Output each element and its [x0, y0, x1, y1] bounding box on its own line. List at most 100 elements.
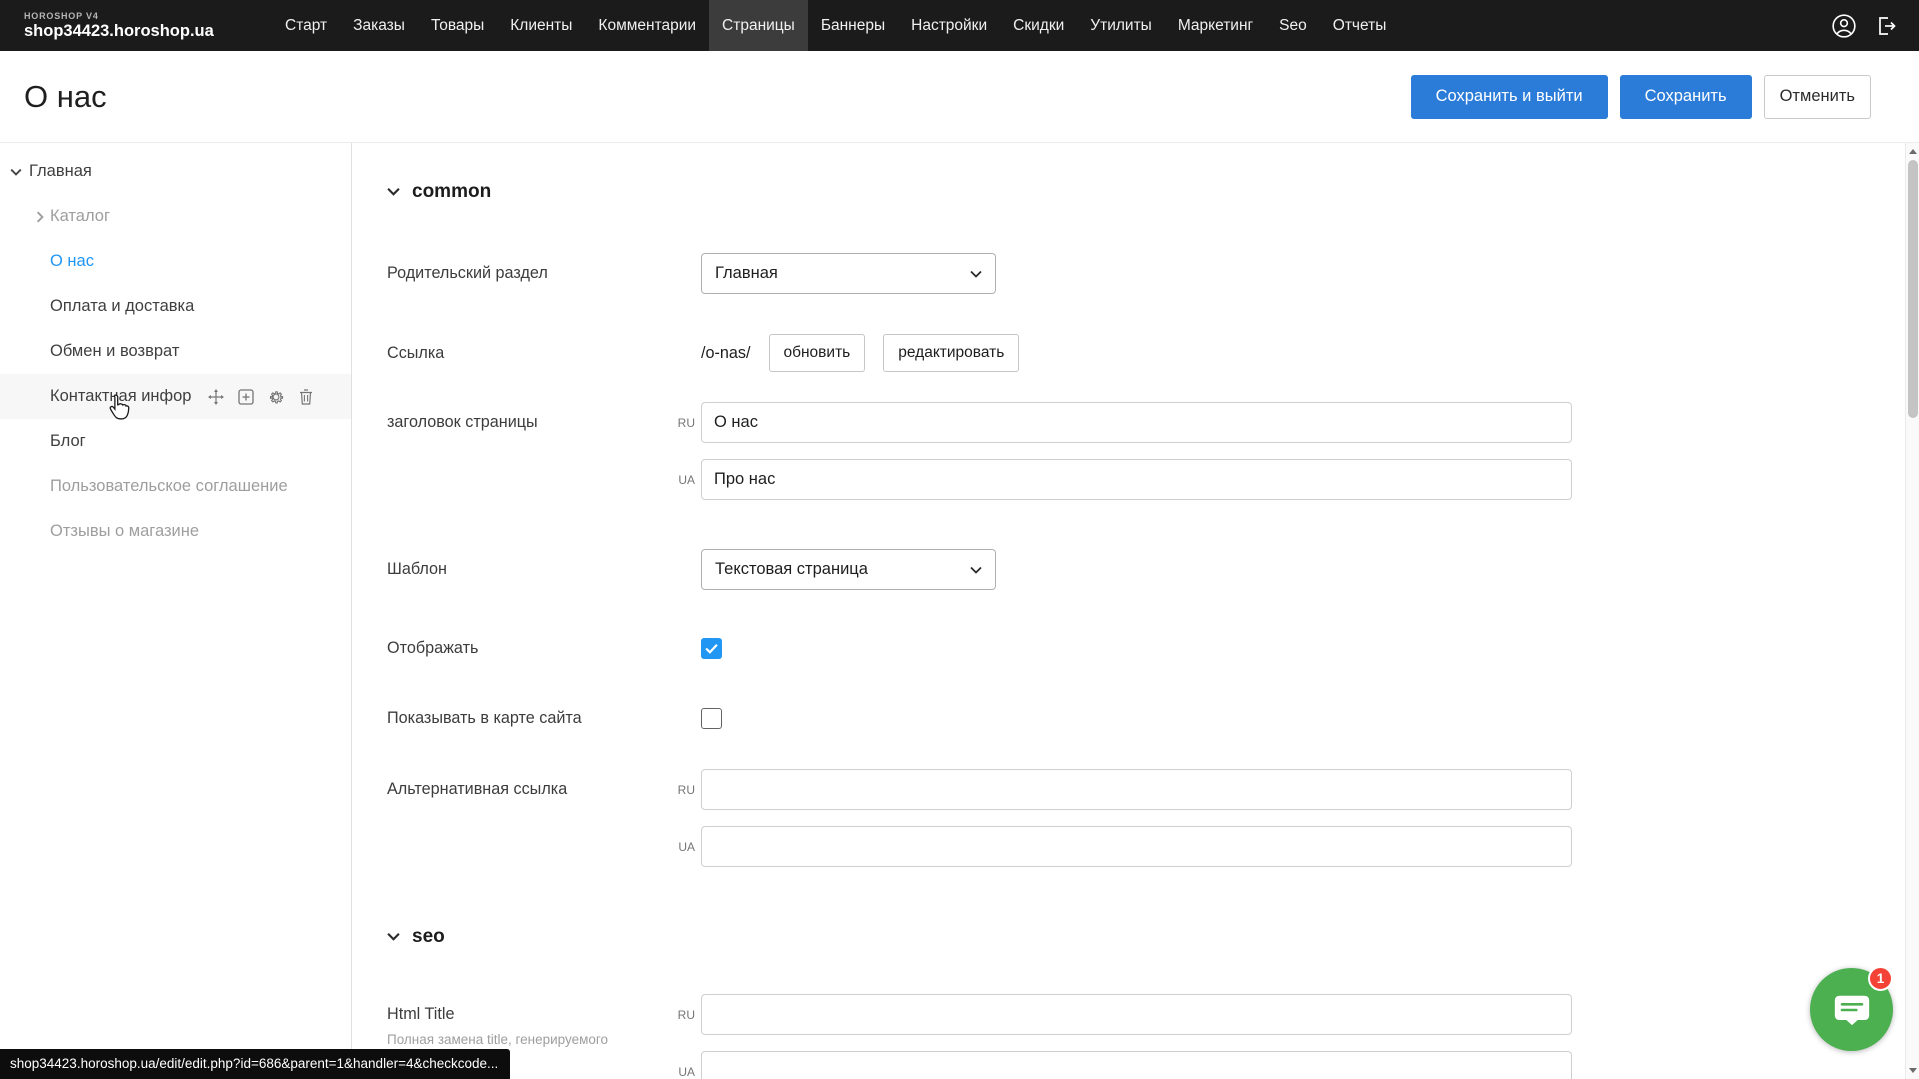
- link-cell: /o-nas/ обновить редактировать: [701, 334, 1019, 372]
- sidebar-item-label: О нас: [50, 252, 94, 271]
- refresh-link-button[interactable]: обновить: [769, 334, 866, 372]
- sidebar-item-oplata[interactable]: Оплата и доставка: [0, 284, 351, 329]
- sidebar-item-label: Обмен и возврат: [50, 342, 179, 361]
- section-title: common: [412, 181, 491, 203]
- chat-unread-badge: 1: [1868, 966, 1893, 991]
- display-checkbox[interactable]: [701, 638, 722, 659]
- chevron-down-icon: [970, 566, 982, 574]
- template-select[interactable]: Текстовая страница: [701, 549, 996, 590]
- field-label: Шаблон: [387, 560, 701, 579]
- logo-domain-label: shop34423.horoshop.ua: [24, 22, 272, 41]
- chat-launcher-button[interactable]: 1: [1810, 968, 1893, 1051]
- page-title: О нас: [24, 79, 107, 115]
- field-label: Альтернативная ссылка: [387, 769, 701, 810]
- save-and-exit-button[interactable]: Сохранить и выйти: [1411, 75, 1608, 119]
- nav-item-clients[interactable]: Клиенты: [497, 0, 585, 51]
- page-title-ru-input[interactable]: [701, 402, 1572, 443]
- sidebar-item-label: Каталог: [50, 207, 110, 226]
- form-content: common Родительский раздел Главная Ссылк…: [352, 143, 1905, 1079]
- nav-item-reports[interactable]: Отчеты: [1320, 0, 1400, 51]
- form-row-link: Ссылка /o-nas/ обновить редактировать: [387, 334, 1905, 372]
- field-label: Html Title Полная замена title, генериру…: [387, 994, 701, 1048]
- scroll-down-arrow[interactable]: [1906, 1063, 1919, 1078]
- form-row-display: Отображать: [387, 628, 1905, 669]
- nav-item-products[interactable]: Товары: [418, 0, 497, 51]
- sidebar-item-soglashenie[interactable]: Пользовательское соглашение: [0, 464, 351, 509]
- sidebar-item-label: Оплата и доставка: [50, 297, 194, 316]
- sidebar-item-katalog[interactable]: Каталог: [0, 194, 351, 239]
- nav-item-pages[interactable]: Страницы: [709, 0, 808, 51]
- chat-bubble-icon: [1832, 990, 1872, 1030]
- nav-item-banners[interactable]: Баннеры: [808, 0, 898, 51]
- link-path-value: /o-nas/: [701, 344, 751, 363]
- field-label: заголовок страницы: [387, 402, 701, 443]
- vertical-scrollbar[interactable]: [1905, 143, 1919, 1079]
- save-button[interactable]: Сохранить: [1620, 75, 1752, 119]
- sidebar-item-label: Пользовательское соглашение: [50, 477, 288, 496]
- form-row-parent-section: Родительский раздел Главная: [387, 253, 1905, 294]
- sidebar-item-o-nas[interactable]: О нас: [0, 239, 351, 284]
- field-label: Ссылка: [387, 344, 701, 363]
- logo[interactable]: HOROSHOP V4 shop34423.horoshop.ua: [0, 11, 272, 41]
- nav-item-seo[interactable]: Seo: [1266, 0, 1320, 51]
- gear-icon[interactable]: [267, 388, 284, 405]
- lang-ua-label: UA: [667, 473, 695, 487]
- form-row-template: Шаблон Текстовая страница: [387, 549, 1905, 590]
- form-row-sitemap: Показывать в карте сайта: [387, 698, 1905, 739]
- field-label: Родительский раздел: [387, 264, 701, 283]
- lang-ru-label: RU: [667, 416, 695, 430]
- lang-ru-label: RU: [667, 783, 695, 797]
- sitemap-checkbox[interactable]: [701, 708, 722, 729]
- lang-ru-label: RU: [667, 1008, 695, 1022]
- body-area: Главная Каталог О нас Оплата и доставка …: [0, 143, 1919, 1079]
- add-page-icon[interactable]: [237, 388, 254, 405]
- lang-ua-label: UA: [667, 1065, 695, 1079]
- chevron-right-icon[interactable]: [36, 211, 44, 223]
- sidebar-item-glavnaya[interactable]: Главная: [0, 149, 351, 194]
- chevron-down-icon[interactable]: [10, 168, 22, 176]
- nav-item-start[interactable]: Старт: [272, 0, 340, 51]
- cancel-button[interactable]: Отменить: [1764, 75, 1871, 119]
- section-seo-header[interactable]: seo: [387, 924, 1905, 950]
- nav-item-orders[interactable]: Заказы: [340, 0, 418, 51]
- page-title-ua-input[interactable]: [701, 459, 1572, 500]
- section-common-header[interactable]: common: [387, 179, 1905, 205]
- nav-item-utilities[interactable]: Утилиты: [1077, 0, 1165, 51]
- form-row-html-title: Html Title Полная замена title, генериру…: [387, 994, 1905, 1079]
- nav-item-discounts[interactable]: Скидки: [1000, 0, 1077, 51]
- logout-icon[interactable]: [1873, 13, 1899, 39]
- scroll-up-arrow[interactable]: [1906, 144, 1919, 159]
- page-header: О нас Сохранить и выйти Сохранить Отмени…: [0, 51, 1919, 143]
- trash-icon[interactable]: [297, 388, 314, 405]
- sidebar-item-kontaktnaya[interactable]: Контактная инфор: [0, 374, 351, 419]
- sidebar-item-label: Главная: [29, 162, 92, 181]
- field-label: Показывать в карте сайта: [387, 709, 701, 728]
- user-account-icon[interactable]: [1831, 13, 1857, 39]
- sidebar-item-label: Блог: [50, 432, 86, 451]
- nav-item-marketing[interactable]: Маркетинг: [1165, 0, 1266, 51]
- lang-ua-label: UA: [667, 840, 695, 854]
- nav-item-comments[interactable]: Комментарии: [585, 0, 709, 51]
- chevron-down-icon: [387, 928, 400, 946]
- parent-section-select[interactable]: Главная: [701, 253, 996, 294]
- edit-link-button[interactable]: редактировать: [883, 334, 1019, 372]
- sidebar-item-label: Отзывы о магазине: [50, 522, 199, 541]
- nav-item-settings[interactable]: Настройки: [898, 0, 1000, 51]
- sidebar-item-blog[interactable]: Блог: [0, 419, 351, 464]
- alt-link-ua-input[interactable]: [701, 826, 1572, 867]
- sidebar-item-otzyvy[interactable]: Отзывы о магазине: [0, 509, 351, 554]
- move-icon[interactable]: [207, 388, 224, 405]
- html-title-ru-input[interactable]: [701, 994, 1572, 1035]
- chevron-down-icon: [387, 183, 400, 201]
- header-buttons: Сохранить и выйти Сохранить Отменить: [1411, 75, 1871, 119]
- sidebar-item-obmen[interactable]: Обмен и возврат: [0, 329, 351, 374]
- form-row-alt-link: Альтернативная ссылка RU UA: [387, 769, 1905, 867]
- tree-item-actions: [207, 388, 314, 405]
- scrollbar-thumb[interactable]: [1908, 160, 1918, 418]
- logo-version-label: HOROSHOP V4: [24, 11, 272, 21]
- status-url-tooltip: shop34423.horoshop.ua/edit/edit.php?id=6…: [0, 1049, 510, 1079]
- html-title-ua-input[interactable]: [701, 1051, 1572, 1079]
- top-navigation: Старт Заказы Товары Клиенты Комментарии …: [272, 0, 1399, 51]
- alt-link-ru-input[interactable]: [701, 769, 1572, 810]
- chevron-down-icon: [970, 270, 982, 278]
